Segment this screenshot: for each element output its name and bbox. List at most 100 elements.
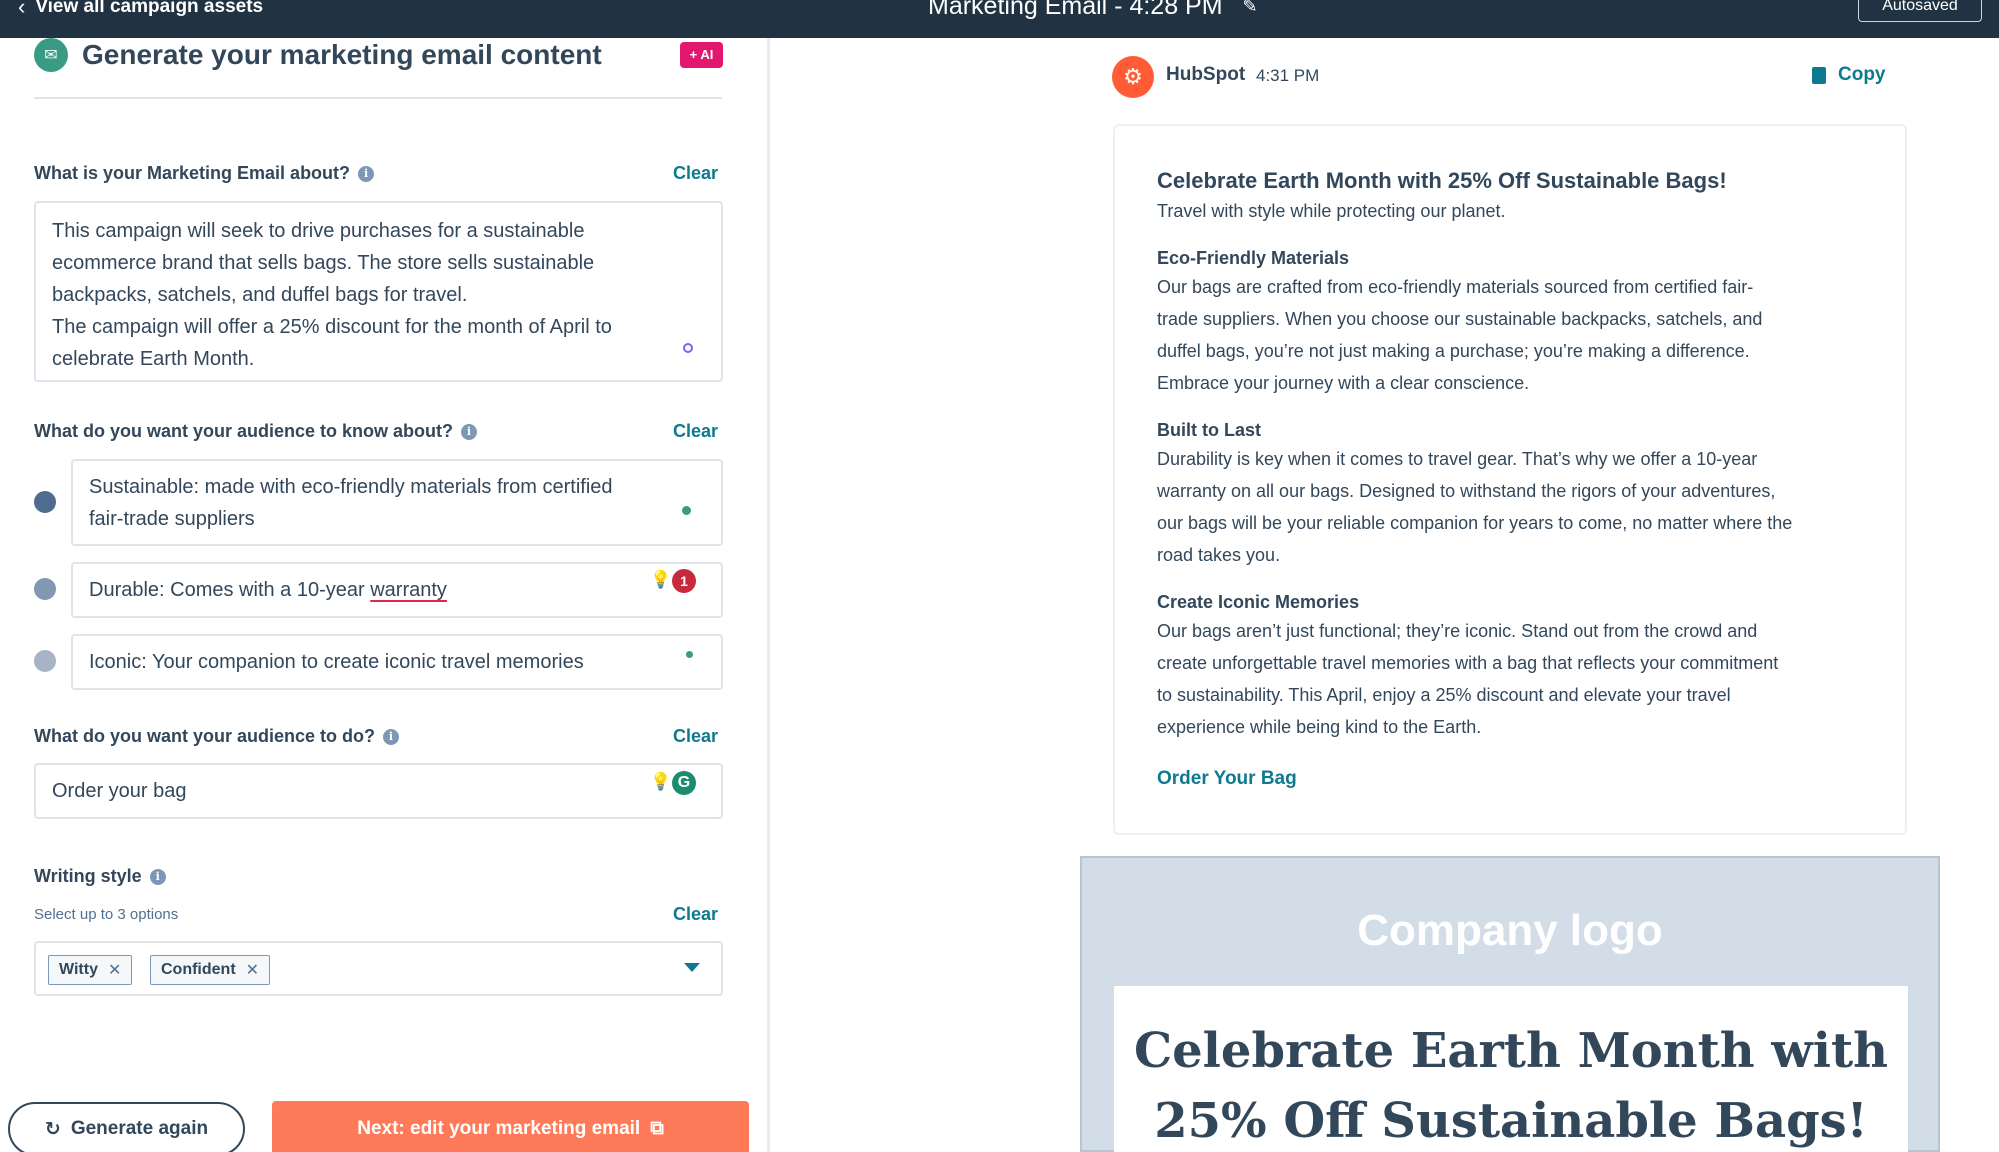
preview-body: Celebrate Earth Month with 25% Off Susta… bbox=[1114, 986, 1908, 1152]
writing-style-hint: Select up to 3 options bbox=[34, 906, 179, 923]
point-input-2[interactable]: Durable: Comes with a 10-year warranty bbox=[71, 562, 723, 618]
section-heading: Eco-Friendly Materials bbox=[1157, 248, 1350, 268]
writing-style-select[interactable]: Witty ✕ Confident ✕ bbox=[34, 941, 723, 996]
point-input-1[interactable]: Sustainable: made with eco-friendly mate… bbox=[71, 459, 723, 546]
autosaved-status: Autosaved bbox=[1858, 0, 1982, 22]
clear-know-button[interactable]: Clear bbox=[673, 421, 718, 442]
audience-do-label: What do you want your audience to do? i bbox=[34, 726, 399, 747]
dropdown-caret-icon[interactable] bbox=[684, 963, 700, 972]
about-label-text: What is your Marketing Email about? bbox=[34, 163, 351, 183]
body-line: experience while being kind to the Earth… bbox=[1157, 717, 1482, 737]
chevron-left-icon: ‹ bbox=[18, 0, 26, 19]
body-line: create unforgettable travel memories wit… bbox=[1157, 653, 1779, 673]
point-line: Sustainable: made with eco-friendly mate… bbox=[89, 476, 613, 498]
next-edit-email-button[interactable]: Next: edit your marketing email ⧉ bbox=[272, 1101, 749, 1152]
sender-name: HubSpot bbox=[1166, 64, 1246, 85]
info-icon[interactable]: i bbox=[383, 728, 399, 745]
marketing-email-about-label: What is your Marketing Email about? i bbox=[34, 163, 375, 184]
do-label-text: What do you want your audience to do? bbox=[34, 726, 375, 746]
body-line: warranty on all our bags. Designed to wi… bbox=[1157, 481, 1776, 501]
pencil-icon[interactable]: ✎ bbox=[1243, 0, 1258, 17]
section-body: Our bags aren’t just functional; they’re… bbox=[1157, 615, 1869, 743]
document-title-text: Marketing Email - 4:28 PM bbox=[928, 0, 1223, 20]
info-icon[interactable]: i bbox=[461, 423, 478, 440]
body-line: road takes you. bbox=[1157, 545, 1281, 565]
about-line: celebrate Earth Month. bbox=[52, 348, 255, 370]
body-line: Our bags aren’t just functional; they’re… bbox=[1157, 621, 1758, 641]
body-line: duffel bags, you’re not just making a pu… bbox=[1157, 341, 1750, 361]
body-line: trade suppliers. When you choose our sus… bbox=[1157, 309, 1763, 329]
body-line: Durability is key when it comes to trave… bbox=[1157, 449, 1758, 469]
section-body: Durability is key when it comes to trave… bbox=[1157, 443, 1869, 571]
copy-label: Copy bbox=[1838, 64, 1886, 85]
spelling-flag-text: warranty bbox=[370, 579, 447, 601]
remove-tag-icon[interactable]: ✕ bbox=[246, 960, 259, 980]
headline-line: 25% Off Sustainable Bags! bbox=[1154, 1093, 1868, 1149]
point-line: fair-trade suppliers bbox=[89, 508, 255, 530]
clear-style-button[interactable]: Clear bbox=[673, 904, 718, 925]
section-heading: Built to Last bbox=[1157, 420, 1261, 440]
email-subtitle: Travel with style while protecting our p… bbox=[1157, 201, 1506, 221]
hubspot-logo-icon: ⚙ bbox=[1112, 56, 1154, 98]
next-button-label: Next: edit your marketing email bbox=[357, 1118, 641, 1139]
body-line: Our bags are crafted from eco-friendly m… bbox=[1157, 277, 1754, 297]
style-tag-confident: Confident ✕ bbox=[150, 955, 271, 985]
generator-heading: ✉ Generate your marketing email content bbox=[34, 38, 602, 72]
order-your-bag-link[interactable]: Order Your Bag bbox=[1157, 768, 1297, 790]
email-title: Celebrate Earth Month with 25% Off Susta… bbox=[1157, 168, 1727, 193]
body-line: our bags will be your reliable companion… bbox=[1157, 513, 1793, 533]
headline-line: Celebrate Earth Month with bbox=[1133, 1023, 1889, 1079]
lightbulb-icon[interactable]: 💡 bbox=[650, 772, 671, 792]
know-label-text: What do you want your audience to know a… bbox=[34, 421, 454, 441]
info-icon[interactable]: i bbox=[358, 165, 375, 182]
remove-tag-icon[interactable]: ✕ bbox=[108, 960, 121, 980]
assistant-indicator-icon bbox=[683, 343, 693, 353]
clear-do-button[interactable]: Clear bbox=[673, 726, 718, 747]
point-text: Iconic: Your companion to create iconic … bbox=[89, 651, 584, 673]
document-title: Marketing Email - 4:28 PM ✎ bbox=[928, 0, 1258, 21]
top-bar: ‹ View all campaign assets Marketing Ema… bbox=[0, 0, 1999, 38]
section-heading: Create Iconic Memories bbox=[1157, 592, 1360, 612]
about-line: This campaign will seek to drive purchas… bbox=[52, 220, 585, 242]
generate-again-button[interactable]: ↻ Generate again bbox=[8, 1102, 245, 1152]
preview-headline: Celebrate Earth Month with 25% Off Susta… bbox=[1114, 1016, 1908, 1152]
generate-again-label: Generate again bbox=[70, 1118, 209, 1139]
audience-do-input[interactable]: Order your bag bbox=[34, 763, 723, 819]
body-line: Embrace your journey with a clear consci… bbox=[1157, 373, 1530, 393]
body-line: to sustainability. This April, enjoy a 2… bbox=[1157, 685, 1731, 705]
status-dot-icon bbox=[682, 506, 691, 515]
audience-do-value: Order your bag bbox=[52, 780, 187, 802]
back-link[interactable]: ‹ View all campaign assets bbox=[18, 0, 263, 20]
generator-heading-text: Generate your marketing email content bbox=[82, 39, 602, 70]
refresh-icon: ↻ bbox=[44, 1118, 61, 1140]
lightbulb-icon[interactable]: 💡 bbox=[650, 570, 671, 590]
style-label-text: Writing style bbox=[34, 866, 142, 886]
drag-handle-icon[interactable] bbox=[34, 578, 56, 600]
sender-time: 4:31 PM bbox=[1256, 66, 1320, 85]
drag-handle-icon[interactable] bbox=[34, 491, 56, 513]
grammar-issue-badge[interactable]: 1 bbox=[672, 569, 696, 593]
about-textarea[interactable]: This campaign will seek to drive purchas… bbox=[34, 201, 723, 382]
email-icon: ✉ bbox=[34, 38, 68, 72]
clear-about-button[interactable]: Clear bbox=[673, 163, 718, 184]
copy-icon bbox=[1812, 66, 1826, 84]
copy-button[interactable]: Copy bbox=[1812, 64, 1886, 86]
about-line: ecommerce brand that sells bags. The sto… bbox=[52, 252, 595, 274]
external-link-icon: ⧉ bbox=[650, 1118, 664, 1139]
about-line: The campaign will offer a 25% discount f… bbox=[52, 316, 612, 338]
info-icon[interactable]: i bbox=[149, 868, 166, 885]
grammar-assistant-icon[interactable]: G bbox=[672, 771, 696, 795]
drag-handle-icon[interactable] bbox=[34, 650, 56, 672]
style-tag-witty: Witty ✕ bbox=[48, 955, 133, 985]
section-body: Our bags are crafted from eco-friendly m… bbox=[1157, 271, 1869, 399]
email-preview: Company logo Celebrate Earth Month with … bbox=[1080, 856, 1940, 1152]
divider bbox=[34, 97, 722, 99]
tag-label: Confident bbox=[161, 961, 236, 978]
back-link-label: View all campaign assets bbox=[35, 0, 264, 17]
point-text: Durable: Comes with a 10-year bbox=[89, 579, 371, 601]
writing-style-label: Writing style i bbox=[34, 866, 166, 887]
audience-know-label: What do you want your audience to know a… bbox=[34, 421, 478, 442]
about-line: backpacks, satchels, and duffel bags for… bbox=[52, 284, 468, 306]
point-input-3[interactable]: Iconic: Your companion to create iconic … bbox=[71, 634, 723, 690]
company-logo-placeholder: Company logo bbox=[1357, 906, 1663, 955]
